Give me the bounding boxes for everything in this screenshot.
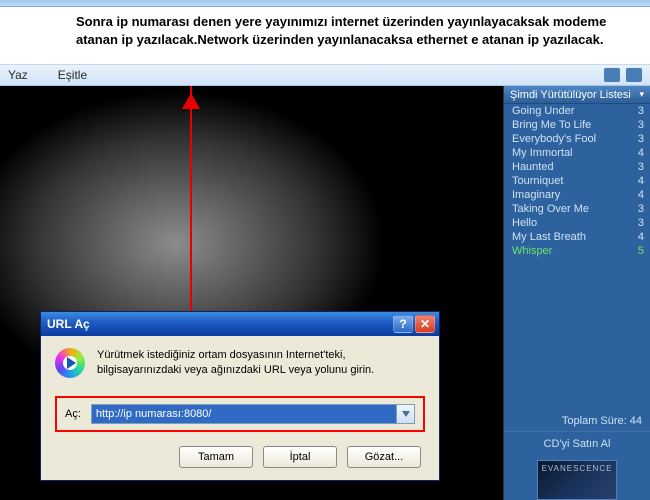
playlist-item-duration: 4: [638, 231, 644, 243]
toolbar-icon-2[interactable]: [626, 68, 642, 82]
cancel-button[interactable]: İptal: [263, 446, 337, 468]
playlist-item-label: Imaginary: [512, 189, 560, 201]
playlist-item-duration: 3: [638, 217, 644, 229]
window-frame-top: [0, 0, 650, 7]
playlist-item-duration: 3: [638, 203, 644, 215]
playlist-item-duration: 4: [638, 189, 644, 201]
annotation-arrow: [190, 86, 192, 334]
playlist-item-label: My Last Breath: [512, 231, 586, 243]
playlist-item-label: Haunted: [512, 161, 554, 173]
playlist: Going Under3Bring Me To Life3Everybody's…: [504, 104, 650, 258]
dialog-title: URL Aç: [47, 317, 391, 331]
playlist-item[interactable]: Bring Me To Life 3: [504, 118, 650, 132]
open-url-dialog: URL Aç ? ✕ Yürütmek istediğiniz ortam do…: [40, 311, 440, 481]
dialog-row-info: Yürütmek istediğiniz ortam dosyasının In…: [55, 348, 425, 378]
url-dropdown-button[interactable]: [397, 404, 415, 424]
playlist-item[interactable]: Tourniquet 4: [504, 174, 650, 188]
url-input[interactable]: [91, 404, 397, 424]
dialog-buttons: Tamam İptal Gözat...: [55, 446, 425, 468]
playlist-item-duration: 4: [638, 147, 644, 159]
url-input-row: Aç:: [55, 396, 425, 432]
playlist-item[interactable]: Hello 3: [504, 216, 650, 230]
playlist-item-label: Hello: [512, 217, 537, 229]
close-button[interactable]: ✕: [415, 315, 435, 333]
playlist-item[interactable]: Whisper 5: [504, 244, 650, 258]
playlist-item-label: My Immortal: [512, 147, 573, 159]
toolbar-right: [604, 68, 642, 82]
toolbar-icon-1[interactable]: [604, 68, 620, 82]
main-area: URL Aç ? ✕ Yürütmek istediğiniz ortam do…: [0, 86, 650, 500]
instruction-text: Sonra ip numarası denen yere yayınımızı …: [0, 7, 650, 50]
dialog-body: Yürütmek istediğiniz ortam dosyasının In…: [41, 336, 439, 480]
playlist-item-duration: 5: [638, 245, 644, 257]
ok-button[interactable]: Tamam: [179, 446, 253, 468]
sidebar-header-label: Şimdi Yürütülüyor Listesi: [510, 89, 631, 101]
browse-button[interactable]: Gözat...: [347, 446, 421, 468]
chevron-down-icon: ▾: [639, 89, 644, 100]
playlist-item-label: Tourniquet: [512, 175, 563, 187]
playlist-item[interactable]: Imaginary 4: [504, 188, 650, 202]
total-duration: Toplam Süre: 44: [504, 411, 650, 431]
playlist-item[interactable]: My Last Breath 4: [504, 230, 650, 244]
playlist-item[interactable]: My Immortal 4: [504, 146, 650, 160]
playlist-item-duration: 3: [638, 105, 644, 117]
playlist-item-duration: 3: [638, 133, 644, 145]
now-playing-sidebar: Şimdi Yürütülüyor Listesi ▾ Going Under 3…: [504, 86, 650, 500]
url-combobox: [91, 404, 415, 424]
playlist-item-duration: 3: [638, 161, 644, 173]
sidebar-header[interactable]: Şimdi Yürütülüyor Listesi ▾: [504, 86, 650, 104]
playlist-item-label: Bring Me To Life: [512, 119, 591, 131]
playlist-item-label: Taking Over Me: [512, 203, 589, 215]
playlist-item[interactable]: Everybody's Fool 3: [504, 132, 650, 146]
playlist-item[interactable]: Taking Over Me 3: [504, 202, 650, 216]
playlist-item[interactable]: Going Under 3: [504, 104, 650, 118]
playlist-item-label: Everybody's Fool: [512, 133, 596, 145]
help-button[interactable]: ?: [393, 315, 413, 333]
playlist-item-duration: 4: [638, 175, 644, 187]
buy-cd-link[interactable]: CD'yi Satın Al: [504, 431, 650, 456]
playlist-item-label: Going Under: [512, 105, 574, 117]
playlist-item-label: Whisper: [512, 245, 552, 257]
playlist-item[interactable]: Haunted 3: [504, 160, 650, 174]
dialog-description: Yürütmek istediğiniz ortam dosyasının In…: [97, 348, 425, 378]
instruction-wrap: Sonra ip numarası denen yere yayınımızı …: [0, 7, 650, 64]
album-art[interactable]: EVANESCENCE: [537, 460, 617, 500]
toolbar: Yaz Eşitle: [0, 64, 650, 86]
playlist-item-duration: 3: [638, 119, 644, 131]
dialog-titlebar[interactable]: URL Aç ? ✕: [41, 312, 439, 336]
url-label: Aç:: [65, 408, 81, 420]
visualization-area: URL Aç ? ✕ Yürütmek istediğiniz ortam do…: [0, 86, 504, 500]
media-player-icon: [55, 348, 85, 378]
toolbar-yaz[interactable]: Yaz: [8, 68, 28, 82]
toolbar-esitle[interactable]: Eşitle: [58, 68, 87, 82]
